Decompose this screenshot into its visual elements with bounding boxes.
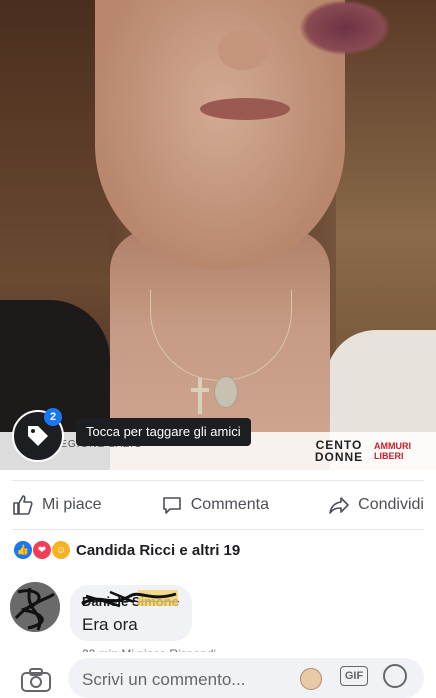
tag-tooltip: Tocca per taggare gli amici <box>76 418 251 446</box>
comment-text: Era ora <box>82 615 138 634</box>
camera-icon[interactable] <box>20 667 52 693</box>
crucifix-bar <box>191 388 209 392</box>
bruise <box>300 0 390 55</box>
share-label: Condividi <box>358 496 424 513</box>
comment-button[interactable]: Commenta <box>161 494 269 516</box>
tag-icon <box>28 426 48 446</box>
crucifix-pendant <box>198 378 202 414</box>
share-button[interactable]: Condividi <box>328 494 424 516</box>
share-arrow-icon <box>329 497 349 514</box>
medal-pendant <box>214 376 238 408</box>
like-label: Mi piace <box>42 496 102 513</box>
watermark-cento-donne: CENTO DONNE <box>314 438 364 464</box>
lips <box>200 98 290 120</box>
gif-button[interactable]: GIF <box>340 666 368 686</box>
comment-input-placeholder: Scrivi un commento... <box>82 670 246 689</box>
scribbled-avatar-icon <box>10 582 60 632</box>
post-photo[interactable]: REGIONE LAZIO CENTO DONNE AMMURI LIBERI <box>0 0 436 470</box>
like-icon: 👍 <box>14 541 32 559</box>
love-icon: ❤ <box>33 541 51 559</box>
redaction-scribble <box>81 590 178 608</box>
thumbs-up-icon <box>13 495 33 515</box>
like-button[interactable]: Mi piace <box>12 494 102 516</box>
post-action-bar: Mi piace Commenta Condividi <box>12 480 424 530</box>
tag-count-badge: 2 <box>44 408 62 426</box>
emoji-icon[interactable] <box>383 664 407 688</box>
watermark-ammuri-liberi: AMMURI LIBERI <box>374 441 411 461</box>
comment-meta: 23 min Mi piace Rispondi <box>82 646 216 652</box>
care-icon: ☺ <box>52 541 70 559</box>
commenter-avatar[interactable] <box>10 582 60 632</box>
comment-bubble-icon <box>162 497 181 514</box>
comment-label: Commenta <box>190 496 269 513</box>
reactions-icons[interactable]: 👍 ❤ ☺ <box>14 541 71 559</box>
reactions-summary[interactable]: Candida Ricci e altri 19 <box>76 541 240 560</box>
nose <box>218 30 268 70</box>
